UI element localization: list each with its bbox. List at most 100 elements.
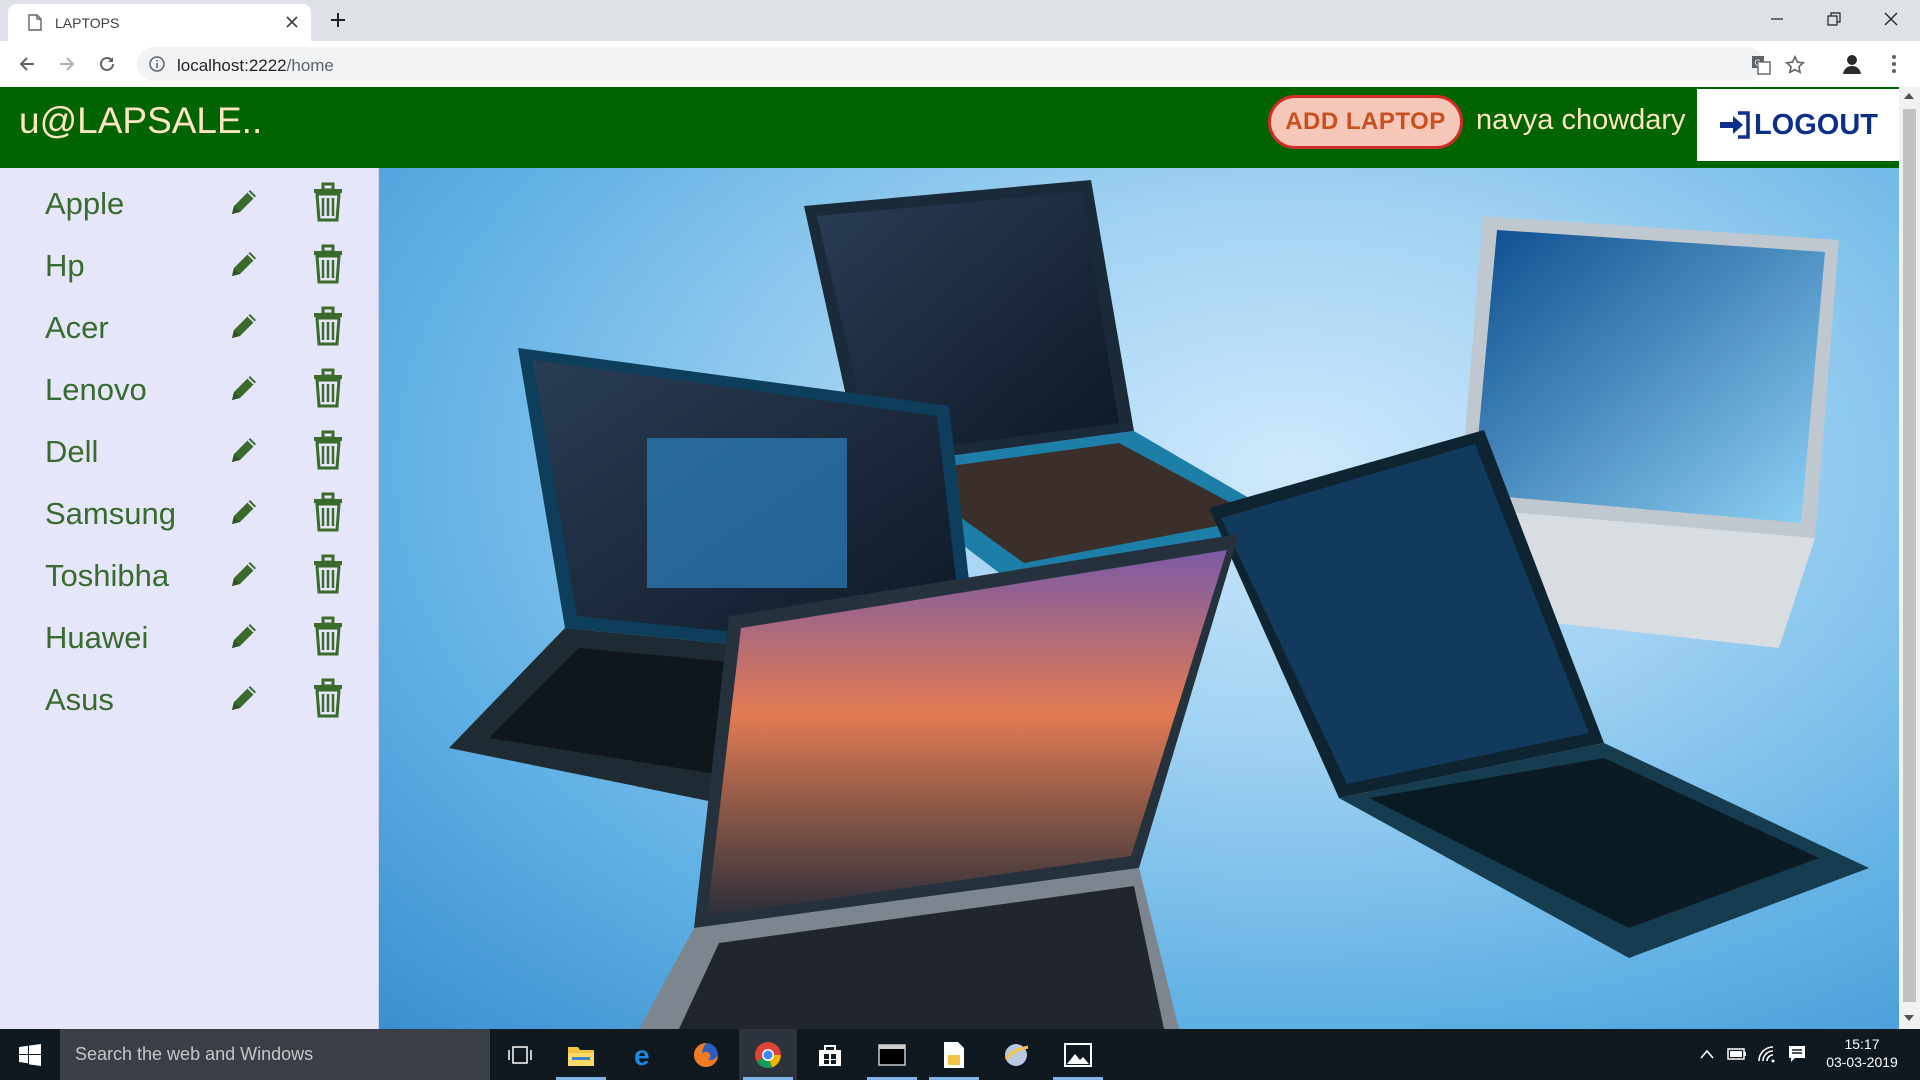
logout-label: LOGOUT — [1753, 108, 1879, 141]
trash-icon[interactable] — [312, 554, 344, 594]
trash-icon[interactable] — [312, 244, 344, 284]
translate-button[interactable]: G — [1750, 54, 1772, 76]
chrome-icon — [755, 1041, 781, 1068]
pencil-icon[interactable] — [226, 680, 262, 716]
close-icon — [286, 16, 298, 28]
new-tab-button[interactable] — [324, 6, 352, 34]
arrow-left-icon — [19, 57, 34, 71]
brand-name[interactable]: Samsung — [45, 496, 176, 532]
browser-tab[interactable]: LAPTOPS — [8, 4, 311, 41]
url-text: localhost:2222/home — [177, 56, 334, 76]
brand-name[interactable]: Huawei — [45, 620, 148, 656]
taskbar-terminal[interactable] — [863, 1029, 921, 1080]
brand-name[interactable]: Toshibha — [45, 558, 169, 594]
close-window-button[interactable] — [1862, 0, 1920, 38]
wifi-button[interactable] — [1756, 1043, 1778, 1065]
show-hidden-icons-button[interactable] — [1696, 1043, 1718, 1065]
brand-row-dell[interactable]: Dell — [0, 424, 379, 486]
trash-icon[interactable] — [312, 368, 344, 408]
brand-name[interactable]: Acer — [45, 310, 109, 346]
pencil-icon[interactable] — [226, 246, 262, 282]
start-button[interactable] — [0, 1029, 60, 1080]
brand-row-samsung[interactable]: Samsung — [0, 486, 379, 548]
bookmark-star-button[interactable] — [1784, 54, 1806, 76]
brand-row-asus[interactable]: Asus — [0, 672, 379, 734]
brand-row-acer[interactable]: Acer — [0, 300, 379, 362]
browser-toolbar: localhost:2222/home G — [0, 41, 1920, 87]
svg-text:e: e — [634, 1042, 650, 1068]
battery-button[interactable] — [1726, 1043, 1748, 1065]
info-icon[interactable] — [149, 56, 165, 72]
logout-button[interactable]: LOGOUT — [1697, 89, 1899, 161]
brand-row-toshibha[interactable]: Toshibha — [0, 548, 379, 610]
brand-name[interactable]: Lenovo — [45, 372, 147, 408]
taskbar-store[interactable] — [801, 1029, 859, 1080]
taskbar-edge[interactable]: e — [615, 1029, 673, 1080]
taskbar-document-app[interactable] — [925, 1029, 983, 1080]
trash-icon[interactable] — [312, 678, 344, 718]
pencil-icon[interactable] — [226, 432, 262, 468]
scroll-down-arrow[interactable] — [1904, 1015, 1914, 1021]
battery-icon — [1727, 1048, 1746, 1060]
taskbar-firefox[interactable] — [677, 1029, 735, 1080]
address-bar[interactable]: localhost:2222/home G — [137, 47, 1805, 81]
notification-icon — [1789, 1046, 1805, 1062]
pencil-icon[interactable] — [226, 184, 262, 220]
pencil-icon[interactable] — [226, 618, 262, 654]
sign-out-icon — [1719, 111, 1750, 139]
taskbar-search-box[interactable]: Search the web and Windows — [60, 1029, 490, 1080]
tab-close-button[interactable] — [280, 10, 304, 34]
profile-button[interactable] — [1838, 50, 1866, 78]
brand-name[interactable]: Hp — [45, 248, 85, 284]
laptops-hero-image — [379, 168, 1899, 1029]
brand-row-apple[interactable]: Apple — [0, 176, 379, 238]
pencil-icon[interactable] — [226, 556, 262, 592]
taskbar-eclipse[interactable] — [987, 1029, 1045, 1080]
username: navya chowdary — [1476, 104, 1686, 136]
taskbar-clock[interactable]: 15:17 03-03-2019 — [1812, 1035, 1912, 1071]
site-brand[interactable]: u@LAPSALE.. — [19, 100, 262, 142]
minimize-button[interactable] — [1748, 0, 1806, 38]
scroll-up-arrow[interactable] — [1904, 93, 1914, 99]
laptops-illustration — [449, 180, 1869, 1029]
menu-button[interactable] — [1880, 50, 1908, 78]
trash-icon[interactable] — [312, 430, 344, 470]
brand-row-lenovo[interactable]: Lenovo — [0, 362, 379, 424]
taskbar-chrome[interactable] — [739, 1029, 797, 1080]
brand-name[interactable]: Apple — [45, 186, 124, 222]
terminal-icon — [878, 1043, 906, 1066]
reload-icon — [100, 56, 114, 71]
scroll-thumb[interactable] — [1903, 109, 1916, 1002]
back-button[interactable] — [13, 50, 41, 78]
tab-title: LAPTOPS — [55, 15, 120, 31]
trash-icon[interactable] — [312, 616, 344, 656]
plus-icon — [331, 13, 345, 27]
forward-button[interactable] — [53, 50, 81, 78]
reload-button[interactable] — [93, 50, 121, 78]
action-center-button[interactable] — [1786, 1043, 1808, 1065]
brand-name[interactable]: Asus — [45, 682, 114, 718]
windows-taskbar: Search the web and Windows e 15:17 03-03… — [0, 1029, 1920, 1080]
task-view-button[interactable] — [491, 1029, 549, 1080]
clock-date: 03-03-2019 — [1826, 1054, 1898, 1070]
pencil-icon[interactable] — [226, 308, 262, 344]
trash-icon[interactable] — [312, 492, 344, 532]
taskbar-file-explorer[interactable] — [552, 1029, 610, 1080]
trash-icon[interactable] — [312, 306, 344, 346]
arrow-right-icon — [60, 57, 75, 71]
url-path: /home — [286, 56, 334, 75]
brand-name[interactable]: Dell — [45, 434, 98, 470]
page-scrollbar[interactable] — [1899, 87, 1920, 1029]
taskbar-photos[interactable] — [1049, 1029, 1107, 1080]
firefox-icon — [694, 1042, 718, 1067]
restore-button[interactable] — [1805, 0, 1863, 38]
store-icon — [819, 1044, 841, 1066]
pencil-icon[interactable] — [226, 494, 262, 530]
brand-row-huawei[interactable]: Huawei — [0, 610, 379, 672]
close-icon — [1884, 12, 1898, 26]
taskbar-search-placeholder: Search the web and Windows — [75, 1044, 314, 1064]
brand-row-hp[interactable]: Hp — [0, 238, 379, 300]
trash-icon[interactable] — [312, 182, 344, 222]
add-laptop-button[interactable]: ADD LAPTOP — [1268, 95, 1463, 149]
pencil-icon[interactable] — [226, 370, 262, 406]
